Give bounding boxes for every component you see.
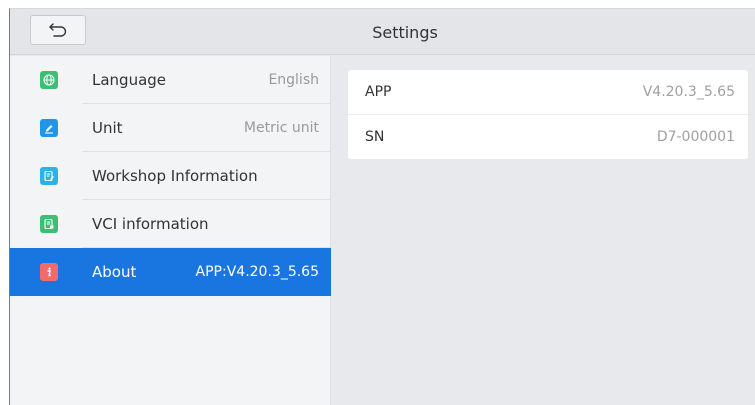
title-bar: Settings bbox=[10, 9, 755, 55]
sidebar-item-about[interactable]: About APP:V4.20.3_5.65 bbox=[10, 248, 331, 296]
document-icon bbox=[40, 215, 58, 233]
globe-icon bbox=[40, 71, 58, 89]
sidebar-item-label: VCI information bbox=[92, 215, 209, 233]
page-title: Settings bbox=[372, 22, 438, 42]
sidebar-item-value: APP:V4.20.3_5.65 bbox=[195, 264, 319, 280]
edit-document-icon bbox=[40, 167, 58, 185]
sidebar-item-label: Language bbox=[92, 71, 167, 89]
sidebar-item-unit[interactable]: Unit Metric unit bbox=[10, 104, 331, 152]
settings-window: Settings Language English Unit Metric un… bbox=[9, 8, 755, 405]
info-row-app: APP V4.20.3_5.65 bbox=[348, 70, 748, 114]
pencil-icon bbox=[40, 119, 58, 137]
sidebar-item-value: English bbox=[268, 72, 319, 88]
sidebar-item-workshop-information[interactable]: Workshop Information bbox=[10, 152, 331, 200]
settings-sidebar: Language English Unit Metric unit Worksh… bbox=[10, 56, 331, 405]
about-panel: APP V4.20.3_5.65 SN D7-000001 bbox=[332, 56, 755, 405]
info-row-sn: SN D7-000001 bbox=[348, 115, 748, 159]
sidebar-item-label: Unit bbox=[92, 119, 123, 137]
info-row-value: D7-000001 bbox=[656, 129, 735, 145]
sidebar-item-label: About bbox=[92, 263, 137, 281]
info-row-key: SN bbox=[365, 129, 385, 145]
info-row-key: APP bbox=[365, 84, 392, 100]
info-icon bbox=[40, 263, 58, 281]
sidebar-item-language[interactable]: Language English bbox=[10, 56, 331, 104]
sidebar-item-vci-information[interactable]: VCI information bbox=[10, 200, 331, 248]
info-row-value: V4.20.3_5.65 bbox=[642, 84, 735, 100]
sidebar-item-value: Metric unit bbox=[243, 120, 319, 136]
sidebar-item-label: Workshop Information bbox=[92, 167, 258, 185]
about-card: APP V4.20.3_5.65 SN D7-000001 bbox=[348, 70, 748, 159]
